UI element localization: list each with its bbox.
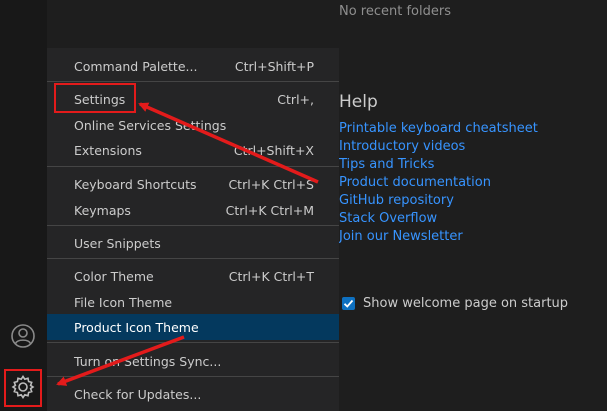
menu-item-label: File Icon Theme (74, 294, 173, 310)
menu-separator (47, 376, 339, 377)
menu-item-shortcut: Ctrl+, (277, 91, 314, 107)
menu-item-label: Color Theme (74, 268, 154, 284)
menu-item-shortcut: Ctrl+K Ctrl+S (228, 176, 314, 192)
menu-item-label: Online Services Settings (74, 117, 227, 133)
help-link-tips-and-tricks[interactable]: Tips and Tricks (339, 156, 538, 174)
activity-bar (0, 0, 47, 411)
menu-item-product-icon-theme[interactable]: Product Icon Theme (47, 314, 339, 340)
help-link-product-documentation[interactable]: Product documentation (339, 174, 538, 192)
menu-separator (47, 225, 339, 226)
menu-item-label: Extensions (74, 142, 142, 158)
gear-highlight-box (4, 369, 42, 407)
account-icon[interactable] (8, 321, 38, 351)
menu-separator (47, 258, 339, 259)
help-link-stack-overflow[interactable]: Stack Overflow (339, 210, 538, 228)
menu-item-turn-on-settings-sync[interactable]: Turn on Settings Sync... (47, 348, 339, 374)
menu-item-extensions[interactable]: Extensions Ctrl+Shift+X (47, 137, 339, 163)
settings-highlight-box (54, 83, 136, 113)
menu-item-label: Product Icon Theme (74, 319, 199, 335)
help-link-newsletter[interactable]: Join our Newsletter (339, 228, 538, 246)
menu-item-user-snippets[interactable]: User Snippets (47, 230, 339, 256)
menu-item-keyboard-shortcuts[interactable]: Keyboard Shortcuts Ctrl+K Ctrl+S (47, 171, 339, 197)
menu-item-command-palette[interactable]: Command Palette... Ctrl+Shift+P (47, 53, 339, 79)
menu-item-check-for-updates[interactable]: Check for Updates... (47, 381, 339, 407)
checkmark-icon (343, 299, 354, 308)
menu-item-label: Turn on Settings Sync... (74, 353, 222, 369)
menu-item-label: User Snippets (74, 235, 161, 251)
help-heading: Help (339, 92, 378, 112)
menu-separator (47, 81, 339, 82)
no-recent-folders-text: No recent folders (339, 4, 451, 19)
startup-checkbox[interactable] (342, 297, 355, 310)
menu-item-color-theme[interactable]: Color Theme Ctrl+K Ctrl+T (47, 263, 339, 289)
menu-item-label: Command Palette... (74, 58, 198, 74)
show-welcome-on-startup[interactable]: Show welcome page on startup (342, 296, 568, 311)
menu-item-online-services-settings[interactable]: Online Services Settings (47, 112, 339, 138)
menu-item-shortcut: Ctrl+Shift+X (233, 142, 314, 158)
menu-item-shortcut: Ctrl+K Ctrl+M (225, 202, 314, 218)
menu-item-shortcut: Ctrl+Shift+P (234, 58, 314, 74)
help-links-list: Printable keyboard cheatsheet Introducto… (339, 120, 538, 246)
startup-checkbox-label: Show welcome page on startup (363, 296, 569, 311)
help-link-github-repository[interactable]: GitHub repository (339, 192, 538, 210)
menu-item-label: Keyboard Shortcuts (74, 176, 197, 192)
menu-item-label: Check for Updates... (74, 386, 202, 402)
menu-item-keymaps[interactable]: Keymaps Ctrl+K Ctrl+M (47, 197, 339, 223)
menu-item-file-icon-theme[interactable]: File Icon Theme (47, 289, 339, 315)
menu-item-shortcut: Ctrl+K Ctrl+T (228, 268, 314, 284)
menu-separator (47, 166, 339, 167)
help-link-introductory-videos[interactable]: Introductory videos (339, 138, 538, 156)
help-link-keyboard-cheatsheet[interactable]: Printable keyboard cheatsheet (339, 120, 538, 138)
menu-separator (47, 342, 339, 343)
menu-item-label: Keymaps (74, 202, 131, 218)
